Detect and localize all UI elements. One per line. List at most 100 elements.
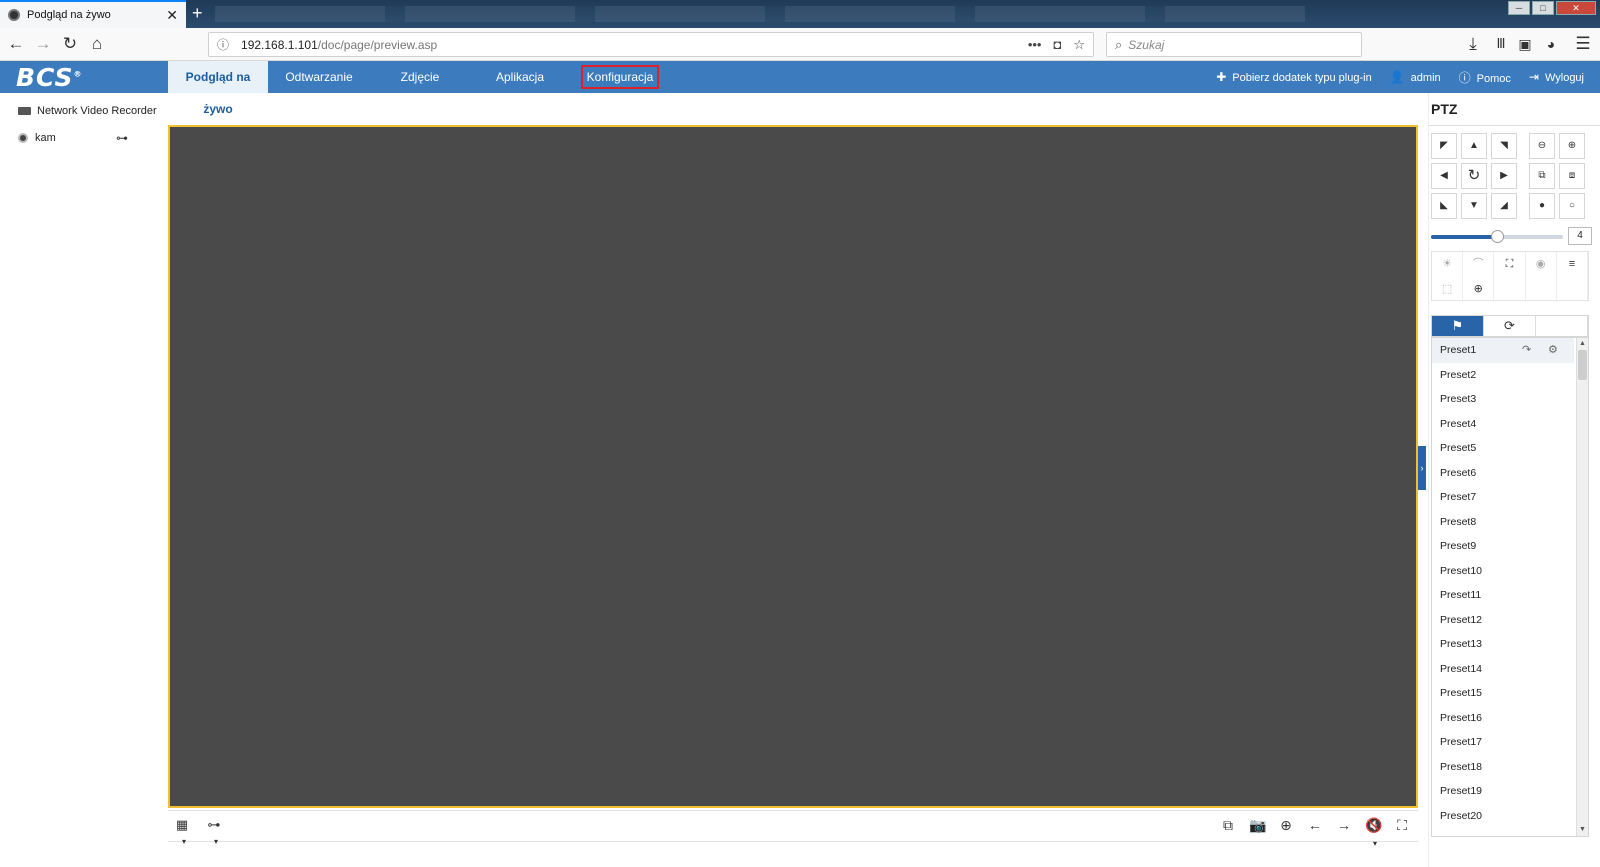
reload-icon[interactable]: ↻ xyxy=(59,33,81,55)
preset-row[interactable]: Preset17 xyxy=(1432,730,1574,755)
address-bar[interactable]: ⓘ 192.168.1.101/doc/page/preview.asp •••… xyxy=(208,32,1094,57)
tab-pattern[interactable] xyxy=(1536,316,1588,336)
tab-configuration[interactable]: Konfiguracja xyxy=(570,61,670,93)
preset-row[interactable]: Preset15 xyxy=(1432,681,1574,706)
tab-presets-flag-icon[interactable]: ⚑ xyxy=(1432,316,1484,336)
home-icon[interactable]: ⌂ xyxy=(86,33,108,55)
pan-left-button[interactable]: ◀ xyxy=(1431,163,1457,189)
preset-row[interactable]: Preset5 xyxy=(1432,436,1574,461)
next-page-icon[interactable]: → xyxy=(1336,817,1352,850)
preset-row[interactable]: Preset12 xyxy=(1432,608,1574,633)
previous-page-icon[interactable]: ← xyxy=(1307,817,1323,850)
url-text[interactable]: 192.168.1.101/doc/page/preview.asp xyxy=(241,38,1016,52)
preset-row[interactable]: Preset1 ↷ ⚙ xyxy=(1432,338,1574,363)
call-preset-icon[interactable]: ↷ xyxy=(1522,338,1531,363)
preset-row[interactable]: Preset18 xyxy=(1432,755,1574,780)
set-preset-icon[interactable]: ⚙ xyxy=(1548,338,1558,363)
bookmark-star-icon[interactable]: ☆ xyxy=(1073,37,1085,53)
speed-thumb[interactable] xyxy=(1491,230,1504,243)
preset-row[interactable]: Preset14 xyxy=(1432,657,1574,682)
preset-row[interactable]: Preset11 xyxy=(1432,583,1574,608)
search-input[interactable]: ⌕ Szukaj xyxy=(1106,32,1362,57)
preset-row[interactable]: Preset4 xyxy=(1432,412,1574,437)
pan-down-left-button[interactable]: ◣ xyxy=(1431,193,1457,219)
browser-tab-active[interactable]: Podgląd na żywo ✕ xyxy=(0,0,186,28)
logout-link[interactable]: ⇥ Wyloguj xyxy=(1529,70,1584,84)
library-icon[interactable]: Ⅲ xyxy=(1490,33,1512,55)
page-actions-icon[interactable]: ••• xyxy=(1028,37,1042,52)
3d-zoom-icon[interactable]: ⊕ xyxy=(1463,277,1495,302)
new-tab-button[interactable]: + xyxy=(192,3,203,24)
preset-row[interactable]: Preset13 xyxy=(1432,632,1574,657)
minimize-icon[interactable]: ─ xyxy=(1508,1,1530,15)
manual-tracking-icon[interactable]: ⬚ xyxy=(1432,277,1464,302)
back-icon[interactable]: ← xyxy=(5,33,27,55)
tab-playback[interactable]: Odtwarzanie xyxy=(268,61,370,93)
scroll-thumb[interactable] xyxy=(1578,350,1587,380)
tab-picture[interactable]: Zdjęcie xyxy=(370,61,470,93)
iris-open-icon[interactable]: ○ xyxy=(1559,193,1585,219)
sidebar-toggle-icon[interactable]: ▣ xyxy=(1514,33,1536,55)
user-link[interactable]: 👤 admin xyxy=(1390,70,1441,84)
speed-value[interactable]: 4 xyxy=(1568,227,1592,245)
tab-live-view[interactable]: Podgląd na żywo xyxy=(168,61,268,116)
scroll-down-icon[interactable]: ▼ xyxy=(1577,824,1588,836)
preset-row[interactable]: Preset6 xyxy=(1432,461,1574,486)
preset-row[interactable]: Preset9 xyxy=(1432,534,1574,559)
speed-track[interactable] xyxy=(1431,230,1563,243)
preset-row[interactable]: Preset7 xyxy=(1432,485,1574,510)
one-touch-focus-icon[interactable]: ⛶ xyxy=(1494,252,1526,277)
preset-scrollbar[interactable]: ▲ ▼ xyxy=(1576,338,1588,836)
window-layout-button[interactable]: ▦▾ xyxy=(174,817,190,848)
preset-row[interactable]: Preset2 xyxy=(1432,363,1574,388)
site-info-icon[interactable]: ⓘ xyxy=(217,36,229,53)
pan-up-right-button[interactable]: ◥ xyxy=(1491,133,1517,159)
extension-icon[interactable]: ◕ xyxy=(1540,33,1562,55)
tab-patrol-icon[interactable]: ⟳ xyxy=(1484,316,1536,336)
live-video-window[interactable] xyxy=(168,125,1418,808)
ptz-collapse-handle[interactable]: › xyxy=(1418,446,1426,490)
download-icon[interactable]: ⤓ xyxy=(1462,33,1484,55)
stream-type-button[interactable]: ⊶▾ xyxy=(206,817,222,848)
auto-pan-button[interactable]: ↻ xyxy=(1461,163,1487,189)
capture-icon[interactable]: 📷 xyxy=(1249,817,1266,850)
preset-row[interactable]: Preset8 xyxy=(1432,510,1574,535)
preset-row[interactable]: Preset20 xyxy=(1432,804,1574,829)
focus-far-icon[interactable]: ⧈ xyxy=(1559,163,1585,189)
hamburger-menu-icon[interactable]: ☰ xyxy=(1572,33,1594,55)
light-icon[interactable]: ☀ xyxy=(1432,252,1464,277)
camera-item[interactable]: kam ⊶ xyxy=(18,131,128,145)
forward-icon[interactable]: → xyxy=(32,33,54,55)
preset-row[interactable]: Preset19 xyxy=(1432,779,1574,804)
pan-right-button[interactable]: ▶ xyxy=(1491,163,1517,189)
preset-row[interactable]: Preset3 xyxy=(1432,387,1574,412)
pan-down-right-button[interactable]: ◢ xyxy=(1491,193,1517,219)
preset-row[interactable]: Preset10 xyxy=(1432,559,1574,584)
preset-row[interactable]: Preset16 xyxy=(1432,706,1574,731)
close-tab-icon[interactable]: ✕ xyxy=(166,7,178,24)
pocket-icon[interactable]: ◘ xyxy=(1053,37,1061,52)
wiper-icon[interactable]: ⌒ xyxy=(1463,252,1495,277)
tab-application[interactable]: Aplikacja xyxy=(470,61,570,93)
zoom-in-icon[interactable]: ⊕ xyxy=(1559,133,1585,159)
scroll-up-icon[interactable]: ▲ xyxy=(1577,338,1588,350)
lens-init-icon[interactable]: ◉ xyxy=(1526,252,1557,277)
plugin-download-link[interactable]: ✚ Pobierz dodatek typu plug-in xyxy=(1216,70,1372,84)
device-tree-root[interactable]: Network Video Recorder xyxy=(18,105,157,117)
help-link[interactable]: ⓘ Pomoc xyxy=(1459,69,1511,86)
pan-down-button[interactable]: ▼ xyxy=(1461,193,1487,219)
pan-up-button[interactable]: ▲ xyxy=(1461,133,1487,159)
maximize-icon[interactable]: □ xyxy=(1532,1,1554,15)
fullscreen-icon[interactable]: ⛶ xyxy=(1394,817,1410,850)
zoom-out-icon[interactable]: ⊖ xyxy=(1529,133,1555,159)
digital-zoom-icon[interactable]: ⊕ xyxy=(1278,817,1294,850)
stop-all-icon[interactable]: ⧉ xyxy=(1220,817,1236,850)
stream-select-icon[interactable]: ⊶ xyxy=(116,131,128,145)
audio-icon[interactable]: 🔇▾ xyxy=(1365,817,1382,850)
menu-icon[interactable]: ≡ xyxy=(1557,252,1588,277)
pan-up-left-button[interactable]: ◤ xyxy=(1431,133,1457,159)
background-tabs[interactable] xyxy=(215,6,1305,22)
ptz-speed-slider[interactable]: 4 xyxy=(1431,227,1600,245)
window-close-icon[interactable]: ✕ xyxy=(1556,1,1596,15)
focus-near-icon[interactable]: ⧉ xyxy=(1529,163,1555,189)
